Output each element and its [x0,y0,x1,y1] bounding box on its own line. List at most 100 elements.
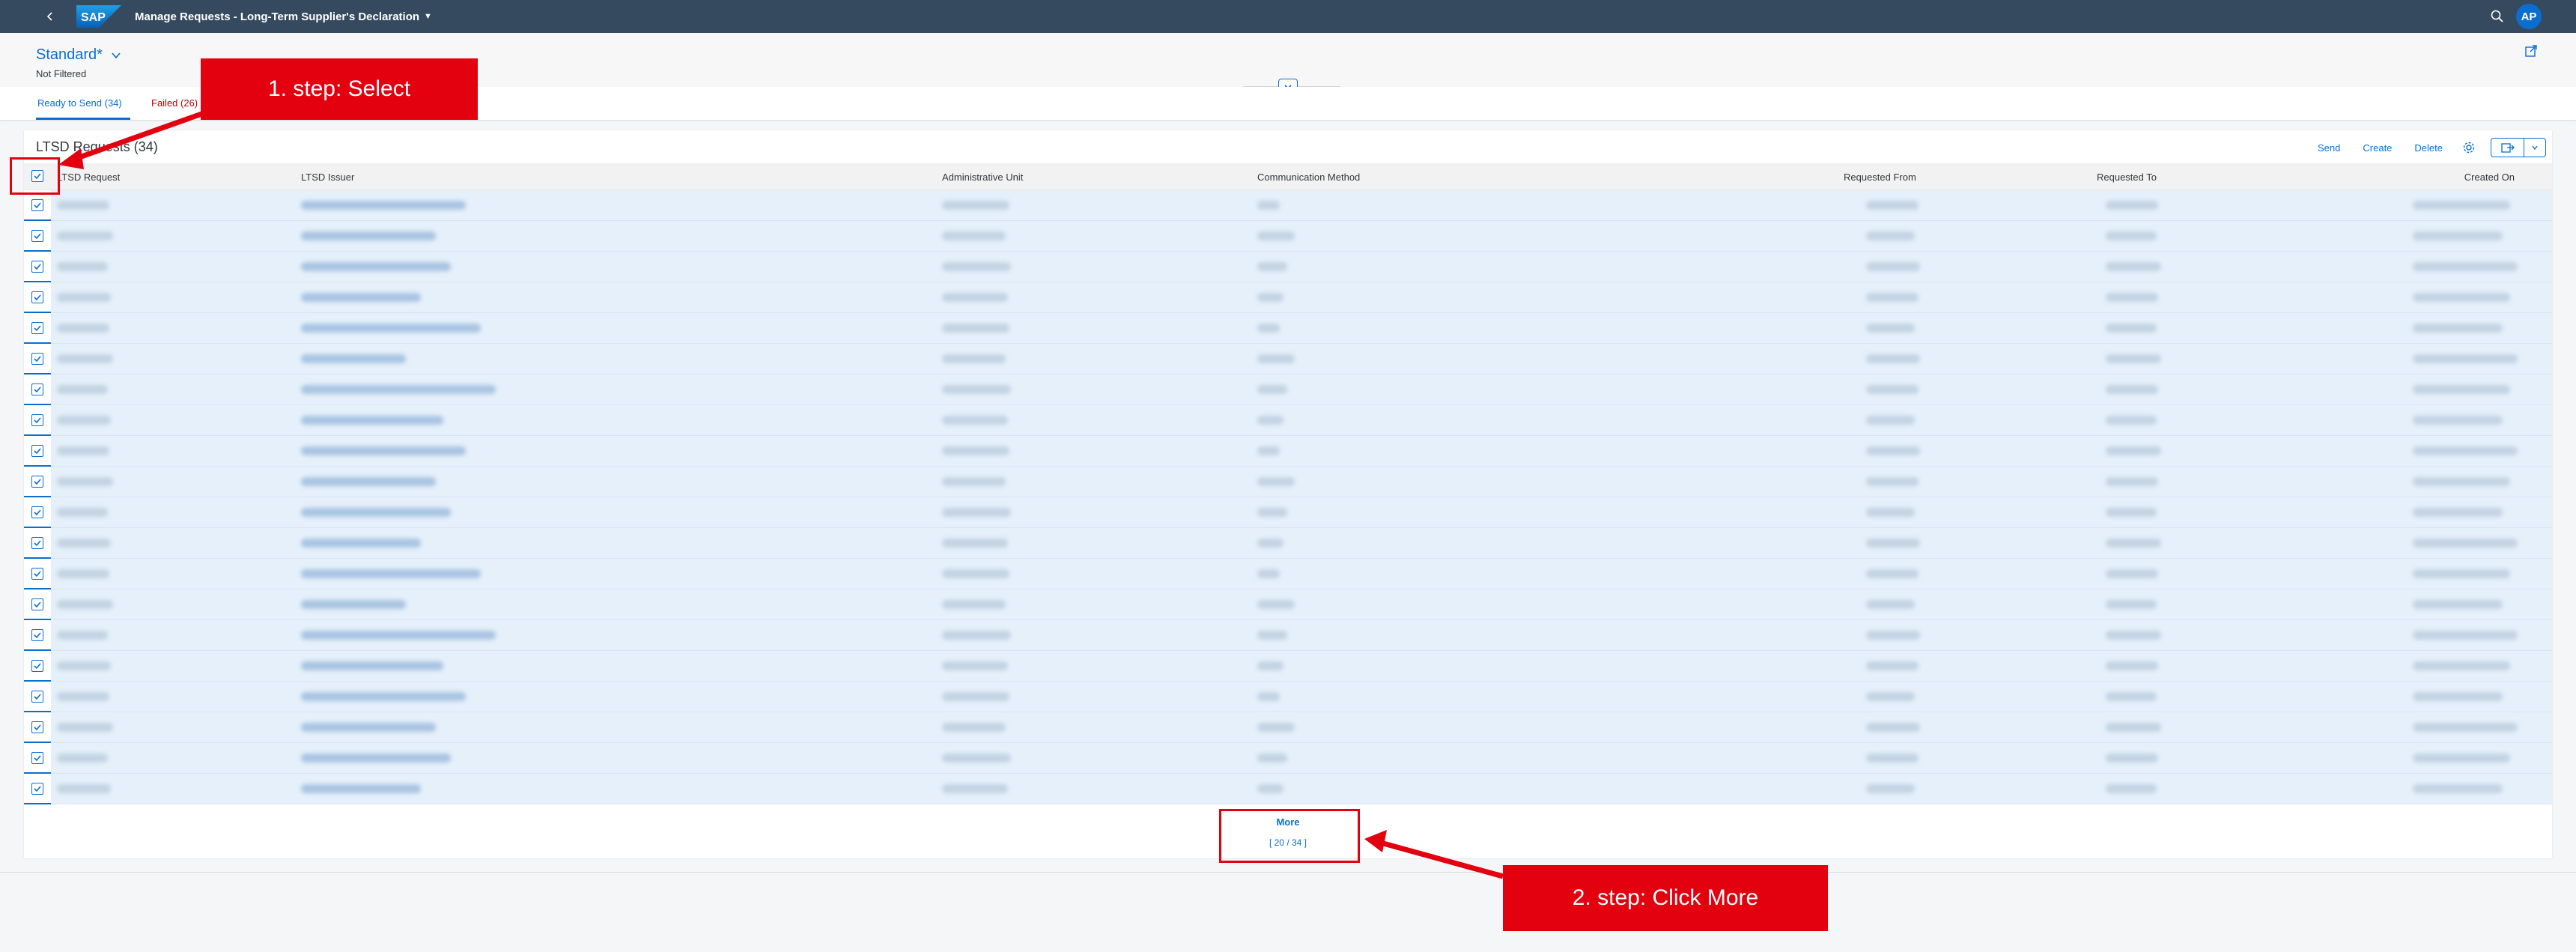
row-checkbox[interactable] [31,568,43,580]
delete-button[interactable]: Delete [2414,142,2443,154]
redacted-cell[interactable] [301,201,466,210]
column-header-ltsd-request[interactable]: LTSD Request [57,172,120,183]
row-checkbox[interactable] [31,783,43,795]
user-avatar[interactable]: AP [2516,4,2542,29]
row-checkbox[interactable] [31,537,43,549]
redacted-cell[interactable] [301,446,466,455]
redacted-cell[interactable] [301,723,436,732]
redacted-cell[interactable] [301,416,443,425]
table-row[interactable] [24,651,2552,682]
back-icon[interactable] [42,8,58,25]
redacted-cell [1866,354,1920,363]
table-row[interactable] [24,282,2552,313]
column-header-requested-to[interactable]: Requested To [2097,172,2157,183]
chevron-down-icon[interactable] [2524,139,2545,157]
row-checkbox[interactable] [31,383,43,395]
export-icon[interactable] [2491,139,2524,157]
row-checkbox[interactable] [31,660,43,672]
table-row[interactable] [24,559,2552,589]
redacted-cell [942,231,1006,240]
redacted-cell[interactable] [301,385,496,394]
redacted-cell [2106,784,2157,793]
column-header-administrative-unit[interactable]: Administrative Unit [942,172,1023,183]
row-checkbox[interactable] [31,353,43,365]
variant-selector[interactable]: Standard* [36,46,122,64]
row-checkbox[interactable] [31,506,43,518]
row-checkbox[interactable] [31,199,43,211]
table-row[interactable] [24,405,2552,436]
sap-logo[interactable]: SAP [76,5,121,28]
table-row[interactable] [24,682,2552,712]
column-header-created-on[interactable]: Created On [2464,172,2515,183]
redacted-cell[interactable] [301,508,451,517]
column-header-requested-from[interactable]: Requested From [1844,172,1916,183]
redacted-cell[interactable] [301,262,451,271]
row-checkbox[interactable] [31,598,43,610]
table-row[interactable] [24,497,2552,528]
row-checkbox[interactable] [31,476,43,488]
redacted-cell [942,569,1009,578]
row-checkbox[interactable] [31,261,43,273]
redacted-cell[interactable] [301,354,406,363]
column-header-ltsd-issuer[interactable]: LTSD Issuer [301,172,354,183]
tab-selected-indicator [36,118,130,120]
column-header-communication-method[interactable]: Communication Method [1257,172,1360,183]
row-checkbox[interactable] [31,691,43,703]
table-row[interactable] [24,589,2552,620]
redacted-cell [1257,324,1280,333]
redacted-cell[interactable] [301,477,436,486]
row-checkbox[interactable] [31,322,43,334]
redacted-cell[interactable] [301,324,481,333]
table-row[interactable] [24,375,2552,405]
redacted-cell[interactable] [301,754,451,762]
redacted-cell[interactable] [301,569,481,578]
redacted-cell[interactable] [301,661,443,670]
redacted-cell[interactable] [301,293,421,302]
table-row[interactable] [24,774,2552,804]
app-title[interactable]: Manage Requests - Long-Term Supplier's D… [135,10,419,23]
row-checkbox[interactable] [31,230,43,242]
table-row[interactable] [24,252,2552,282]
checkmark-icon [34,571,41,577]
checkmark-icon [34,233,41,240]
create-button[interactable]: Create [2363,142,2392,154]
row-checkbox[interactable] [31,414,43,426]
row-checkbox[interactable] [31,291,43,303]
redacted-cell [942,201,1009,210]
redacted-cell [1866,723,1920,732]
row-checkbox[interactable] [31,721,43,733]
gear-icon[interactable] [2462,141,2476,154]
redacted-cell [2106,293,2158,302]
table-row[interactable] [24,712,2552,743]
table-row[interactable] [24,743,2552,774]
table-row[interactable] [24,620,2552,651]
redacted-cell [942,784,1008,793]
export-menu-button[interactable] [2491,138,2546,157]
title-caret-icon[interactable]: ▼ [424,12,432,21]
table-row[interactable] [24,528,2552,559]
redacted-cell[interactable] [301,631,496,640]
table-row[interactable] [24,467,2552,497]
tab-ready-to-send[interactable]: Ready to Send (34) [37,97,122,109]
row-checkbox[interactable] [31,752,43,764]
redacted-cell[interactable] [301,600,406,609]
table-row[interactable] [24,344,2552,375]
redacted-cell [2106,201,2158,210]
checkmark-icon [34,264,41,270]
redacted-cell[interactable] [301,784,421,793]
row-checkbox[interactable] [31,445,43,457]
redacted-cell [57,754,108,762]
search-icon[interactable] [2489,8,2506,25]
redacted-cell[interactable] [301,231,436,240]
table-row[interactable] [24,436,2552,467]
send-button[interactable]: Send [2318,142,2340,154]
table-row[interactable] [24,221,2552,252]
share-icon[interactable] [2524,43,2539,58]
row-checkbox[interactable] [31,629,43,641]
tab-failed[interactable]: Failed (26) [151,97,198,109]
redacted-cell[interactable] [301,539,421,548]
redacted-cell [1257,539,1284,548]
table-row[interactable] [24,313,2552,344]
table-row[interactable] [24,190,2552,221]
redacted-cell[interactable] [301,692,466,701]
